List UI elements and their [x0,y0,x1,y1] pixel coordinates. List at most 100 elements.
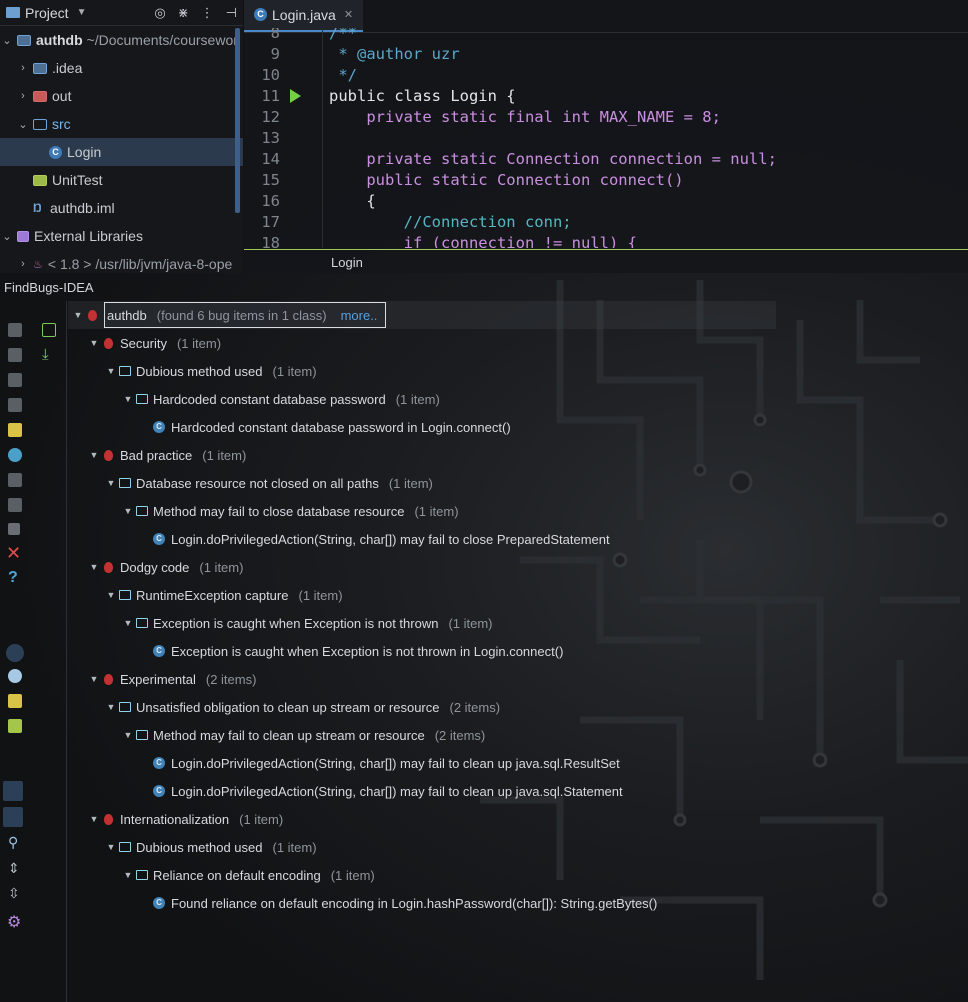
tree-item-src[interactable]: ⌄ src [0,110,243,138]
bug-instance-item[interactable]: C Login.doPrivilegedAction(String, char[]… [153,525,610,553]
chevron-down-icon[interactable]: ▼ [72,310,84,320]
chevron-down-icon[interactable]: ▼ [88,338,100,348]
bug-group-item[interactable]: ▼ RuntimeException capture (1 item) [105,581,343,609]
bug-category-item[interactable]: ▼ Experimental (2 items) [88,665,257,693]
bug-instance-item[interactable]: C Exception is caught when Exception is n… [153,637,563,665]
scroll-to-source-icon[interactable] [3,807,23,827]
excluded-folder-icon [33,90,47,102]
chevron-down-icon[interactable]: ▼ [122,618,134,628]
chevron-down-icon[interactable]: ▼ [88,562,100,572]
chevron-down-icon[interactable]: ▼ [122,394,134,404]
group-by-category-icon[interactable] [6,644,24,662]
project-title[interactable]: Project [25,5,69,21]
tree-node-count: (1 item) [298,587,343,603]
class-icon: C [153,421,165,433]
chevron-down-icon[interactable]: ▼ [122,506,134,516]
bug-group-item[interactable]: ▼ Database resource not closed on all pat… [105,469,433,497]
export-icon[interactable] [42,323,56,337]
bug-category-item[interactable]: ▼ Internationalization (1 item) [88,805,284,833]
expand-icon[interactable]: ⇕ [8,861,22,875]
bug-group-item[interactable]: ▼ Method may fail to clean up stream or r… [122,721,486,749]
scrollbar[interactable] [235,28,240,213]
chevron-down-icon[interactable]: ▼ [88,674,100,684]
bug-category-item[interactable]: ▼ Dodgy code (1 item) [88,553,244,581]
tree-item-label: authdb [36,32,83,48]
chevron-down-icon[interactable]: ▼ [122,870,134,880]
analyze-files-icon[interactable] [8,398,22,412]
chevron-down-icon[interactable]: ▼ [88,450,100,460]
chevron-right-icon[interactable]: › [16,258,30,270]
tree-item-authdb[interactable]: ⌄ authdb ~/Documents/coursewor [0,26,243,54]
analyze-project-tests-icon[interactable] [8,498,22,512]
tree-item-login[interactable]: C Login [0,138,243,166]
chevron-right-icon[interactable]: › [16,90,30,102]
bug-instance-item[interactable]: C Login.doPrivilegedAction(String, char[]… [153,749,620,777]
analyze-changed-icon[interactable] [8,423,22,437]
project-panel-header[interactable]: Project ▼ ◎ ⋇ ⋮ ⊣ [0,0,243,26]
stop-icon[interactable] [8,523,20,535]
tree-item-idea[interactable]: › .idea [0,54,243,82]
more-icon[interactable]: ⋮ [201,5,214,21]
bug-instance-item[interactable]: C Login.doPrivilegedAction(String, char[]… [153,777,623,805]
collapse-icon[interactable]: ⇳ [8,886,22,900]
analyze-scope-icon[interactable] [8,448,22,462]
analyze-package-icon[interactable] [8,373,22,387]
line-number: 9 [270,44,280,63]
gear-icon[interactable]: ⚙ [7,915,21,931]
chevron-right-icon[interactable]: › [16,62,30,74]
chevron-down-icon[interactable]: ▼ [88,814,100,824]
chevron-down-icon[interactable]: ▼ [105,366,117,376]
bug-instance-item[interactable]: C Hardcoded constant database password in… [153,413,511,441]
folder-icon [119,366,131,376]
bug-group-item[interactable]: ▼ Exception is caught when Exception is n… [122,609,493,637]
analyze-icon[interactable] [8,323,22,337]
expand-all-icon[interactable] [3,781,23,801]
chevron-down-icon[interactable]: ⌄ [0,230,14,243]
bug-group-item[interactable]: ▼ Unsatisfied obligation to clean up stre… [105,693,501,721]
target-icon[interactable]: ◎ [154,5,165,21]
hide-icon[interactable]: ⊣ [226,5,237,21]
bug-group-item[interactable]: ▼ Method may fail to close database resou… [122,497,459,525]
bug-group-item[interactable]: ▼ Dubious method used (1 item) [105,357,317,385]
chevron-down-icon[interactable]: ▼ [77,7,87,18]
close-icon[interactable]: ✕ [6,544,21,562]
chevron-down-icon[interactable]: ⌄ [0,34,14,47]
more-link[interactable]: more.. [341,308,378,323]
analyze-project-icon[interactable] [8,473,22,487]
bug-category-item[interactable]: ▼ Bad practice (1 item) [88,441,247,469]
import-icon[interactable]: ⤓ [42,347,56,362]
library-icon [17,230,29,242]
editor-breadcrumb[interactable]: Login [244,249,968,273]
chevron-down-icon[interactable]: ⌄ [16,118,30,131]
tree-root-authdb[interactable]: ▼ authdb (found 6 bug items in 1 class) … [72,301,387,329]
close-icon[interactable]: ✕ [344,8,353,21]
tree-item-unittest[interactable]: UnitTest [0,166,243,194]
chevron-down-icon[interactable]: ▼ [105,702,117,712]
tree-item-out[interactable]: › out [0,82,243,110]
bug-instance-item[interactable]: C Found reliance on default encoding in L… [153,889,657,917]
tree-item-jdk[interactable]: › ♨ < 1.8 > /usr/lib/jvm/java-8-ope [0,250,243,273]
code-line: 13 [244,127,968,148]
chevron-down-icon[interactable]: ▼ [105,842,117,852]
chevron-down-icon[interactable]: ▼ [122,730,134,740]
help-icon[interactable]: ? [8,570,22,586]
chevron-down-icon[interactable]: ▼ [105,590,117,600]
bug-group-item[interactable]: ▼ Hardcoded constant database password (1 … [122,385,440,413]
group-by-class-icon[interactable] [8,719,22,733]
analyze-module-icon[interactable] [8,348,22,362]
chevron-down-icon[interactable]: ▼ [105,478,117,488]
run-icon[interactable] [290,88,301,103]
tree-item-authdb-iml[interactable]: Ŋ authdb.iml [0,194,243,222]
code-area[interactable]: 8 /** 9 * @author uzr 10 */ 11 public clas… [244,28,968,248]
group-by-package-icon[interactable] [8,694,22,708]
search-icon[interactable]: ⚲ [8,835,22,849]
tree-node-count: (1 item) [199,559,244,575]
line-number: 12 [261,107,280,126]
bug-group-item[interactable]: ▼ Reliance on default encoding (1 item) [122,861,375,889]
collapse-icon[interactable]: ⋇ [178,5,189,21]
bug-group-item[interactable]: ▼ Dubious method used (1 item) [105,833,317,861]
tree-item-external-libraries[interactable]: ⌄ External Libraries [0,222,243,250]
group-by-priority-icon[interactable] [8,669,22,683]
tree-node-label: authdb [107,307,147,323]
bug-category-item[interactable]: ▼ Security (1 item) [88,329,222,357]
